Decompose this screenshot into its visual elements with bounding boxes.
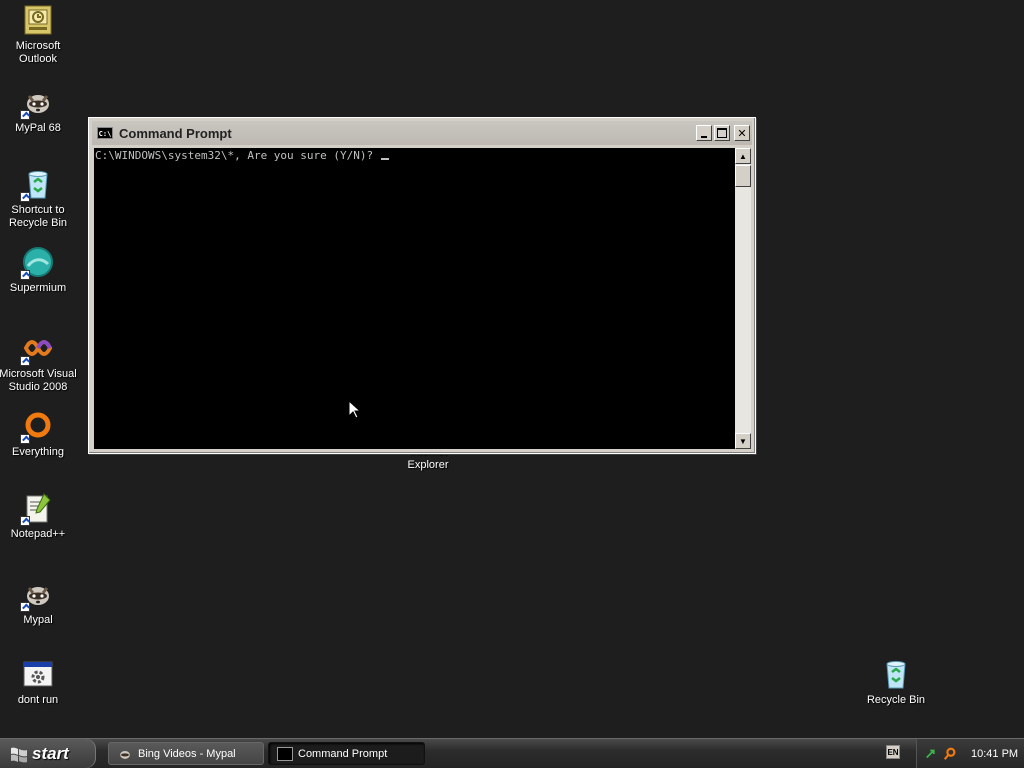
console-prompt-line: C:\WINDOWS\system32\*, Are you sure (Y/N… <box>95 149 380 162</box>
mypal-raccoon-icon <box>20 86 54 120</box>
desktop-icon-label: Recycle Bin <box>866 694 926 706</box>
desktop-icon-recycle-bin-shortcut[interactable]: Shortcut to Recycle Bin <box>0 168 78 230</box>
desktop-icon-supermium[interactable]: Supermium <box>0 246 78 295</box>
minimize-icon <box>701 135 707 138</box>
window-titlebar[interactable]: C:\ Command Prompt ✕ <box>92 121 752 145</box>
mouse-pointer-icon <box>348 400 360 419</box>
clock[interactable]: 10:41 PM <box>971 748 1018 760</box>
start-label: start <box>32 743 69 763</box>
network-arrows-icon[interactable] <box>925 747 939 761</box>
taskbar-button-label: Command Prompt <box>298 747 388 760</box>
close-button[interactable]: ✕ <box>734 125 750 141</box>
mypal-raccoon-icon <box>120 750 130 759</box>
down-arrow-icon: ▼ <box>739 436 747 446</box>
visual-studio-icon <box>20 332 54 366</box>
batch-file-gear-icon <box>22 658 54 690</box>
desktop-icon-outlook[interactable]: Microsoft Outlook <box>0 4 78 66</box>
desktop-icon-everything[interactable]: Everything <box>0 410 78 459</box>
up-arrow-icon: ▲ <box>739 151 747 161</box>
desktop-icon-recycle-bin[interactable]: Recycle Bin <box>856 658 936 707</box>
desktop-icon-label: Mypal <box>23 614 53 626</box>
recycle-bin-icon <box>20 168 54 202</box>
shortcut-arrow-icon <box>20 110 30 120</box>
taskbar-button-command-prompt[interactable]: Command Prompt <box>268 742 425 765</box>
vertical-scrollbar[interactable]: ▲ ▼ <box>735 148 751 449</box>
maximize-icon <box>717 128 727 138</box>
notepad-plus-plus-icon <box>20 492 54 526</box>
language-indicator[interactable]: EN <box>886 745 900 759</box>
close-icon: ✕ <box>737 126 747 140</box>
text-cursor <box>380 158 389 160</box>
taskbar: start Bing Videos - Mypal Command Prompt… <box>0 738 1024 768</box>
mypal-raccoon-icon <box>20 578 54 612</box>
shortcut-arrow-icon <box>20 270 30 280</box>
windows-flag-icon <box>11 747 27 762</box>
scroll-up-button[interactable]: ▲ <box>735 148 751 164</box>
start-button[interactable]: start <box>0 739 96 768</box>
taskbar-button-mypal[interactable]: Bing Videos - Mypal <box>108 742 264 765</box>
command-prompt-icon <box>277 746 293 761</box>
desktop-icon-label: Notepad++ <box>10 528 66 540</box>
desktop-icon-label: MyPal 68 <box>15 122 61 134</box>
system-tray: 10:41 PM <box>916 739 1024 768</box>
everything-search-icon <box>20 410 54 444</box>
desktop-icon-notepad-plus-plus[interactable]: Notepad++ <box>0 492 78 541</box>
console-output[interactable]: C:\WINDOWS\system32\*, Are you sure (Y/N… <box>94 148 735 449</box>
command-prompt-window[interactable]: C:\ Command Prompt ✕ C:\WINDOWS\system32… <box>88 117 756 454</box>
desktop-icon-dont-run[interactable]: dont run <box>0 658 78 707</box>
desktop-icon-label: Supermium <box>9 282 67 294</box>
desktop-icon-label: Microsoft Visual Studio 2008 <box>0 368 77 393</box>
desktop-icon-label: Shortcut to Recycle Bin <box>8 204 68 229</box>
scroll-down-button[interactable]: ▼ <box>735 433 751 449</box>
minimize-button[interactable] <box>696 125 712 141</box>
window-title: Command Prompt <box>119 125 232 141</box>
desktop-icon-label: dont run <box>17 694 59 706</box>
command-prompt-icon[interactable]: C:\ <box>97 127 113 139</box>
shortcut-arrow-icon <box>20 192 30 202</box>
scrollbar-thumb[interactable] <box>735 165 751 187</box>
supermium-icon <box>20 246 54 280</box>
search-icon[interactable] <box>943 747 957 761</box>
desktop-icon-label: Everything <box>12 446 64 458</box>
desktop-icon-mypal[interactable]: Mypal <box>0 578 78 627</box>
shortcut-arrow-icon <box>20 356 30 366</box>
shortcut-arrow-icon <box>20 434 30 444</box>
recycle-bin-icon <box>880 658 912 690</box>
taskbar-button-label: Bing Videos - Mypal <box>138 747 236 760</box>
shortcut-arrow-icon <box>20 516 30 526</box>
outlook-icon <box>22 4 54 36</box>
desktop-icon-mypal-68[interactable]: MyPal 68 <box>0 86 78 135</box>
desktop-icon-label: Microsoft Outlook <box>15 40 61 65</box>
maximize-button[interactable] <box>714 125 730 141</box>
desktop-icon-visual-studio-2008[interactable]: Microsoft Visual Studio 2008 <box>0 332 78 394</box>
shortcut-arrow-icon <box>20 602 30 612</box>
